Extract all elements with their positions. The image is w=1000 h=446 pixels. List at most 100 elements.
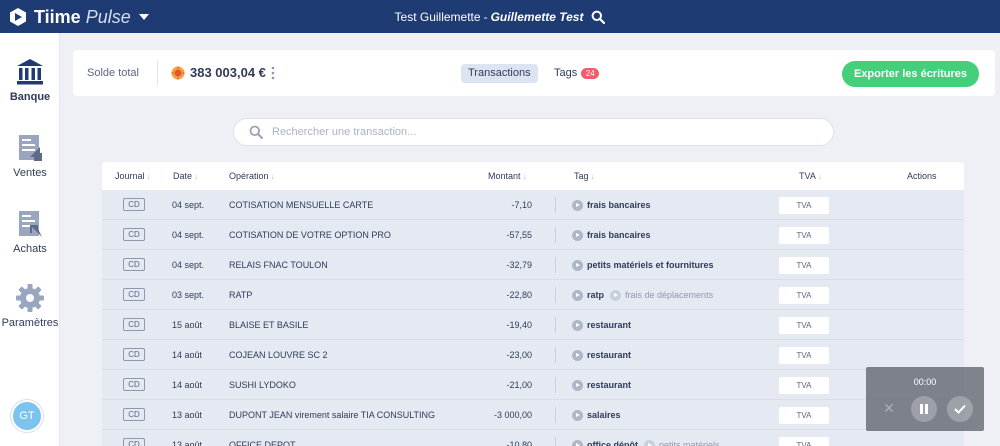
- tva-field[interactable]: TVA: [779, 317, 829, 334]
- divider: [555, 437, 556, 446]
- row-tags[interactable]: salaires: [572, 400, 621, 430]
- row-operation: COJEAN LOUVRE SC 2: [229, 350, 328, 360]
- row-date: 04 sept.: [172, 260, 205, 270]
- tva-field[interactable]: TVA: [779, 377, 829, 394]
- tva-field[interactable]: TVA: [779, 437, 829, 446]
- table-row[interactable]: CD 14 août COJEAN LOUVRE SC 2 -23,00 restaur…: [102, 340, 964, 370]
- confirm-button[interactable]: [947, 396, 973, 422]
- tva-field[interactable]: TVA: [779, 287, 829, 304]
- divider: [555, 377, 556, 393]
- sidebar-item-parametres[interactable]: Paramètres: [0, 283, 60, 329]
- row-operation: RELAIS FNAC TOULON: [229, 260, 328, 270]
- tag-icon: [644, 439, 655, 446]
- total-balance-amount: 383 003,04 €: [190, 65, 266, 80]
- tag-icon: [572, 409, 583, 421]
- column-actions: Actions: [907, 171, 937, 181]
- tag-label: office dépôt: [587, 440, 638, 446]
- table-row[interactable]: CD 04 sept. COTISATION DE VOTRE OPTION PRO…: [102, 220, 964, 250]
- tag-label: restaurant: [587, 350, 632, 360]
- sidebar-item-achats[interactable]: Achats: [0, 209, 60, 255]
- secondary-tag-label: frais de déplacements: [625, 290, 714, 300]
- export-entries-button[interactable]: Exporter les écritures: [842, 61, 979, 87]
- search-input[interactable]: [272, 123, 812, 141]
- tva-field[interactable]: TVA: [779, 197, 829, 214]
- row-operation: BLAISE ET BASILE: [229, 320, 309, 330]
- sidebar-item-banque[interactable]: Banque: [0, 57, 60, 103]
- bank-logo-icon: [171, 66, 185, 80]
- purchases-document-icon: [19, 211, 42, 237]
- sidebar-item-label: Achats: [13, 243, 47, 255]
- tva-field[interactable]: TVA: [779, 257, 829, 274]
- row-tags[interactable]: restaurant: [572, 310, 631, 340]
- pause-button[interactable]: [911, 396, 937, 422]
- sidebar-item-ventes[interactable]: Ventes: [0, 133, 60, 179]
- total-balance-label: Solde total: [87, 67, 139, 79]
- tag-icon: [572, 259, 583, 271]
- table-row[interactable]: CD 14 août SUSHI LYDOKO -21,00 restaurant TVA: [102, 370, 964, 400]
- divider: [555, 287, 556, 303]
- row-tags[interactable]: office dépôt petits matériels: [572, 430, 720, 446]
- sidebar-item-label: Paramètres: [1, 317, 59, 329]
- title-separator: -: [483, 9, 488, 24]
- table-row[interactable]: CD 04 sept. RELAIS FNAC TOULON -32,79 petits…: [102, 250, 964, 280]
- row-date: 04 sept.: [172, 200, 205, 210]
- journal-badge: CD: [123, 318, 145, 331]
- divider: [157, 60, 158, 86]
- avatar[interactable]: GT: [11, 400, 43, 432]
- row-amount: -57,55: [506, 230, 532, 240]
- tag-label: frais bancaires: [587, 230, 651, 240]
- column-date[interactable]: Date ↓: [173, 162, 198, 190]
- company-name[interactable]: Test Guillemette: [395, 10, 481, 24]
- company-switcher: Test Guillemette - Guillemette Test: [0, 0, 1000, 33]
- tab-transactions[interactable]: Transactions: [461, 64, 538, 83]
- user-name[interactable]: Guillemette Test: [491, 10, 584, 24]
- tag-icon: [572, 349, 583, 361]
- journal-badge: CD: [123, 288, 145, 301]
- column-amount[interactable]: Montant ↓: [488, 162, 527, 190]
- row-tags[interactable]: petits matériels et fournitures: [572, 250, 714, 280]
- table-row[interactable]: CD 03 sept. RATP -22,80 ratp frais de déplace…: [102, 280, 964, 310]
- tag-label: ratp: [587, 290, 605, 300]
- row-operation: RATP: [229, 290, 253, 300]
- row-tags[interactable]: restaurant: [572, 370, 631, 400]
- column-operation[interactable]: Opération ↓: [229, 162, 275, 190]
- close-icon[interactable]: ✕: [880, 399, 898, 417]
- sidebar: Banque Ventes Achats Paramètres GT: [0, 33, 60, 446]
- more-options-icon[interactable]: [271, 66, 275, 80]
- tag-icon: [572, 439, 583, 446]
- column-tva[interactable]: TVA ↓: [799, 162, 822, 190]
- search-icon[interactable]: [591, 10, 606, 24]
- table-row[interactable]: CD 13 août OFFICE DEPOT -10,80 office dépôt p…: [102, 430, 964, 446]
- row-date: 14 août: [172, 380, 203, 390]
- row-operation: OFFICE DEPOT: [229, 440, 296, 446]
- row-operation: COTISATION DE VOTRE OPTION PRO: [229, 230, 391, 240]
- row-date: 15 août: [172, 320, 203, 330]
- tag-icon: [572, 229, 583, 241]
- row-date: 14 août: [172, 350, 203, 360]
- row-date: 13 août: [172, 410, 203, 420]
- row-operation: COTISATION MENSUELLE CARTE: [229, 200, 374, 210]
- row-operation: SUSHI LYDOKO: [229, 380, 296, 390]
- table-row[interactable]: CD 15 août BLAISE ET BASILE -19,40 restauran…: [102, 310, 964, 340]
- tag-label: restaurant: [587, 380, 632, 390]
- row-amount: -19,40: [506, 320, 532, 330]
- row-tags[interactable]: frais bancaires: [572, 190, 651, 220]
- column-journal[interactable]: Journal ↓: [115, 162, 151, 190]
- row-amount: -3 000,00: [493, 410, 532, 420]
- row-tags[interactable]: ratp frais de déplacements: [572, 280, 713, 310]
- recording-timer: 00:00: [913, 377, 937, 387]
- tab-tags[interactable]: Tags 24: [554, 64, 600, 83]
- sales-document-icon: [19, 135, 42, 161]
- tva-field[interactable]: TVA: [779, 227, 829, 244]
- row-tags[interactable]: restaurant: [572, 340, 631, 370]
- divider: [555, 197, 556, 213]
- tva-field[interactable]: TVA: [779, 347, 829, 364]
- tva-field[interactable]: TVA: [779, 407, 829, 424]
- tag-label: salaires: [587, 410, 621, 420]
- row-tags[interactable]: frais bancaires: [572, 220, 651, 250]
- row-operation: DUPONT JEAN virement salaire TIA CONSULT…: [229, 410, 436, 420]
- row-amount: -10,80: [506, 440, 532, 446]
- table-row[interactable]: CD 04 sept. COTISATION MENSUELLE CARTE -7,1…: [102, 190, 964, 220]
- column-tag[interactable]: Tag ↓: [574, 162, 595, 190]
- table-row[interactable]: CD 13 août DUPONT JEAN virement salaire TI…: [102, 400, 964, 430]
